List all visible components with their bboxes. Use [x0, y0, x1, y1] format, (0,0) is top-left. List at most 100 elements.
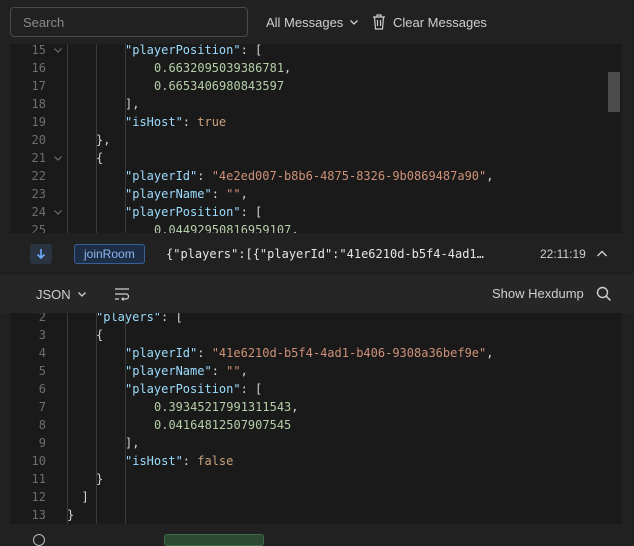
code-token: "" — [226, 364, 241, 378]
code-token: ], — [125, 97, 140, 111]
code-token: "isHost" — [125, 115, 183, 129]
code-text: "playerName": "", — [125, 362, 248, 380]
code-line: 16 0.6632095039386781, — [10, 59, 606, 77]
message-timestamp: 22:11:19 — [540, 247, 586, 261]
line-number: 2 — [38, 313, 46, 324]
scrollbar[interactable] — [608, 44, 622, 233]
code-token: : — [197, 346, 212, 360]
code-token: "playerId" — [125, 169, 198, 183]
show-hexdump-button[interactable]: Show Hexdump — [492, 275, 584, 313]
code-text: "players": [ — [96, 313, 183, 326]
code-line: 24 "playerPosition": [ — [10, 203, 606, 221]
code-token: : — [211, 187, 227, 201]
search-button[interactable] — [594, 284, 614, 304]
word-wrap-icon — [115, 288, 130, 301]
code-token: : [ — [240, 205, 263, 219]
code-token: "isHost" — [125, 454, 183, 468]
chevron-up-icon — [597, 250, 607, 257]
code-line: 11} — [10, 470, 606, 488]
code-line: 2 "players": [ — [10, 313, 606, 326]
code-text: "playerName": "", — [125, 185, 248, 203]
clear-messages-button[interactable]: Clear Messages — [371, 0, 487, 44]
message-row[interactable]: joinRoom {"players":[{"playerId":"41e621… — [0, 233, 634, 275]
code-text: ], — [125, 434, 139, 452]
format-dropdown[interactable]: JSON — [36, 275, 87, 313]
code-token: false — [197, 454, 234, 468]
code-line: 15 "playerPosition": [ — [10, 44, 606, 59]
code-line: 20}, — [10, 131, 606, 149]
direction-indicator — [30, 244, 52, 264]
code-token: , — [486, 346, 494, 360]
code-text: { — [96, 326, 103, 344]
code-text: ], — [125, 95, 139, 113]
code-line: 25 0.04492950816959107, — [10, 221, 606, 233]
code-line: 23 "playerName": "", — [10, 185, 606, 203]
code-token: : [ — [161, 313, 183, 324]
code-token: 0.04492950816959107 — [154, 223, 292, 233]
chevron-down-icon — [77, 292, 86, 297]
code-token: { — [96, 328, 104, 342]
line-number: 20 — [31, 133, 46, 147]
code-text: 0.6632095039386781, — [154, 59, 291, 77]
code-token: } — [96, 472, 104, 486]
line-number: 21 — [31, 151, 46, 165]
indent-guide — [96, 313, 97, 524]
code-text: { — [96, 149, 103, 167]
code-token: "playerId" — [125, 346, 198, 360]
scrollbar-thumb[interactable] — [608, 72, 620, 112]
word-wrap-button[interactable] — [112, 284, 132, 304]
indent-guide — [125, 44, 126, 233]
code-line: 18], — [10, 95, 606, 113]
code-token: : — [211, 364, 227, 378]
code-token: "playerPosition" — [125, 44, 241, 57]
code-token: }, — [96, 133, 111, 147]
code-line: 19 "isHost": true — [10, 113, 606, 131]
code-token: : [ — [240, 382, 263, 396]
collapse-button[interactable] — [594, 244, 610, 264]
code-token: , — [284, 61, 292, 75]
code-text: 0.6653406980843597 — [154, 77, 284, 95]
code-line: 8 0.04164812507907545 — [10, 416, 606, 434]
code-token: "playerName" — [125, 187, 212, 201]
format-bar: JSON Show Hexdump — [0, 275, 634, 313]
message-toolbar: All Messages Clear Messages — [0, 0, 634, 44]
code-line: 10 "isHost": false — [10, 452, 606, 470]
code-line: 17 0.6653406980843597 — [10, 77, 606, 95]
code-text: 0.04164812507907545 — [154, 416, 291, 434]
code-text: "playerId": "4e2ed007-b8b6-4875-8326-9b0… — [125, 167, 493, 185]
line-number: 19 — [31, 115, 46, 129]
line-number: 11 — [31, 472, 46, 486]
filter-label: All Messages — [266, 14, 344, 30]
indent-guide — [67, 313, 68, 524]
message-body-viewer-top[interactable]: 15 "playerPosition": [16 0.663209503938678… — [10, 44, 622, 233]
line-number: 23 — [31, 187, 46, 201]
line-number: 12 — [31, 490, 46, 504]
search-input[interactable] — [10, 7, 248, 37]
code-token: "playerName" — [125, 364, 212, 378]
chevron-down-icon — [350, 20, 359, 25]
code-token: "" — [226, 187, 241, 201]
code-text: "isHost": false — [125, 452, 233, 470]
code-text: 0.04492950816959107, — [154, 221, 299, 233]
scrollbar[interactable] — [610, 313, 622, 524]
message-body-viewer-bottom[interactable]: 2 "players": [3{4 "playerId": "41e6210d-b5… — [10, 313, 622, 524]
code-text: 0.39345217991311543, — [154, 398, 299, 416]
event-name-badge: joinRoom — [74, 244, 145, 264]
code-token: 0.6632095039386781 — [154, 61, 285, 75]
code-text: } — [67, 506, 74, 524]
line-number: 22 — [31, 169, 46, 183]
code-text: "isHost": true — [125, 113, 226, 131]
code-line: 9], — [10, 434, 606, 452]
code-token: 0.6653406980843597 — [154, 79, 285, 93]
code-token: : — [182, 115, 198, 129]
code-token: 0.39345217991311543 — [154, 400, 292, 414]
line-number: 7 — [38, 400, 46, 414]
code-token: ] — [81, 490, 89, 504]
message-filter-dropdown[interactable]: All Messages — [266, 0, 359, 44]
code-token: , — [240, 187, 248, 201]
line-number: 9 — [38, 436, 46, 450]
code-line: 22 "playerId": "4e2ed007-b8b6-4875-8326-9… — [10, 167, 606, 185]
format-label: JSON — [36, 286, 71, 302]
line-number: 17 — [31, 79, 46, 93]
code-line: 5 "playerName": "", — [10, 362, 606, 380]
